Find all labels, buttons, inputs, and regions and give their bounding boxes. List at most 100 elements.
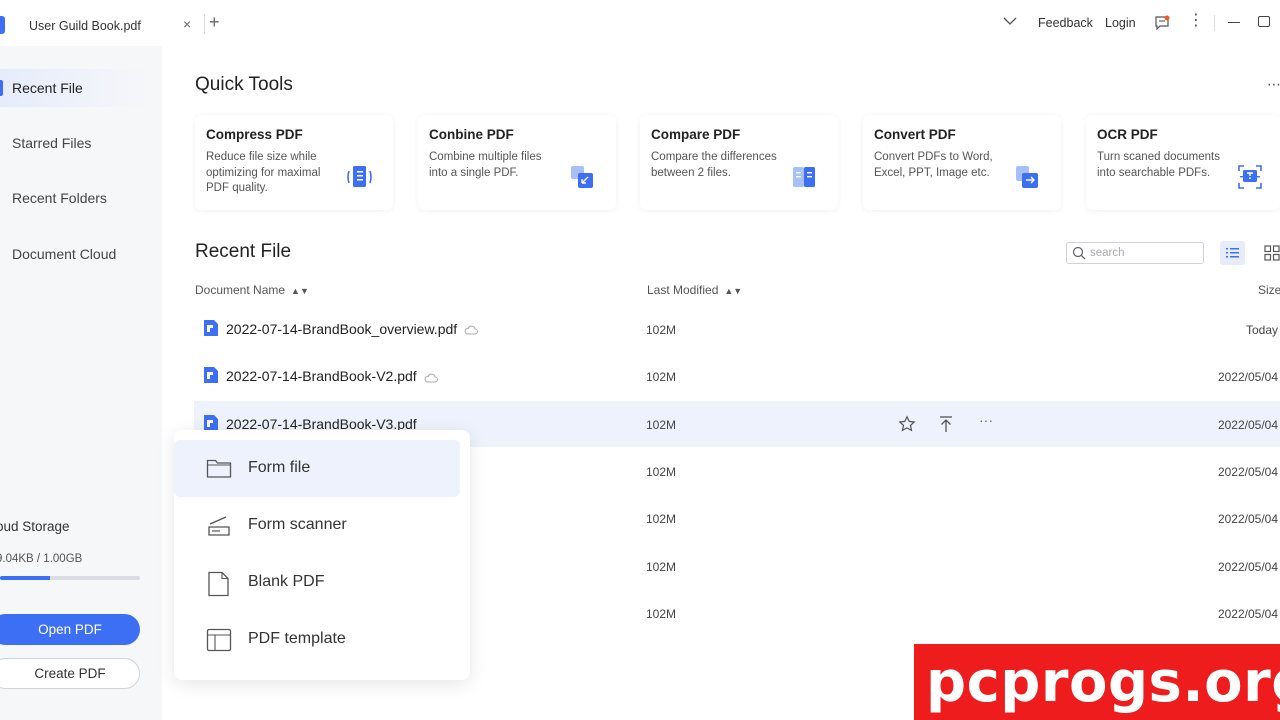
sidebar-item-document-cloud[interactable]: Document Cloud [0, 235, 150, 273]
menu-item-label: PDF template [248, 630, 346, 647]
sidebar-item-recent-folders[interactable]: Recent Folders [0, 179, 150, 217]
file-modified: 102M [646, 464, 677, 479]
file-size: Today [1245, 323, 1278, 337]
column-header-label: Document Name [195, 283, 286, 297]
table-row[interactable]: 2022-07-14-BrandBook-V2.pdf 102M 2022/05/0… [194, 353, 1280, 399]
tool-description: Reduce file size while optimizing for ma… [206, 151, 321, 194]
sidebar-item-label: Starred Files [12, 135, 92, 151]
file-size: 2022/05/04 [1217, 370, 1278, 385]
sort-icon[interactable]: ▲▼ [291, 286, 309, 296]
tool-description: Compare the differences between 2 files. [651, 151, 777, 179]
tool-title: Conbine PDF [429, 127, 514, 142]
search-placeholder: search [1090, 247, 1125, 259]
file-modified: 102M [646, 370, 677, 385]
sidebar-item-recent-file[interactable]: Recent File [0, 69, 150, 107]
document-tab[interactable]: User Guild Book.pdf × [0, 0, 204, 46]
maximize-icon[interactable] [1258, 16, 1270, 27]
compare-icon [793, 167, 815, 187]
watermark-banner: pcprogs.org [914, 644, 1280, 720]
file-modified: 102M [646, 559, 677, 574]
pdf-file-icon [203, 319, 219, 342]
tool-description: Combine multiple files into a single PDF… [429, 151, 542, 179]
menu-item-pdf-template[interactable]: PDF template [174, 611, 460, 668]
folder-icon [206, 459, 232, 478]
ocr-icon [1238, 165, 1262, 189]
combine-icon [571, 166, 593, 188]
file-modified: 102M [646, 323, 677, 337]
tool-card-compress[interactable]: Compress PDF Reduce file size while opti… [195, 115, 393, 210]
app-logo-icon [0, 16, 5, 34]
cloud-storage-usage: 9.04KB / 1.00GB [0, 553, 83, 565]
tool-description: Convert PDFs to Word, Excel, PPT, Image … [874, 151, 993, 179]
sort-icon[interactable]: ▲▼ [724, 286, 742, 296]
menu-item-label: Blank PDF [248, 573, 325, 590]
row-more-icon[interactable]: ··· [979, 412, 993, 428]
column-header-last-modified[interactable]: Last Modified ▲▼ [647, 283, 742, 297]
list-view-icon [1226, 248, 1239, 258]
upload-icon[interactable] [938, 415, 954, 433]
search-icon [1072, 246, 1086, 260]
list-view-button[interactable] [1220, 241, 1245, 265]
convert-icon [1016, 166, 1038, 188]
tool-card-convert[interactable]: Convert PDF Convert PDFs to Word, Excel,… [863, 115, 1061, 210]
minimize-icon[interactable] [1228, 22, 1240, 23]
file-size: 2022/05/04 [1217, 606, 1278, 621]
blank-page-icon [208, 571, 229, 597]
tool-card-combine[interactable]: Conbine PDF Combine multiple files into … [418, 115, 616, 210]
open-pdf-button[interactable]: Open PDF [0, 614, 140, 645]
login-link[interactable]: Login [1105, 16, 1136, 30]
more-horizontal-icon[interactable]: ⋯ [1267, 76, 1280, 93]
tab-title[interactable]: User Guild Book.pdf [29, 19, 141, 33]
sidebar-item-starred-files[interactable]: Starred Files [0, 124, 150, 162]
file-modified: 102M [646, 417, 677, 432]
table-row[interactable]: 2022-07-14-BrandBook_overview.pdf 102M Tod… [194, 306, 1280, 352]
file-size: 2022/05/04 [1217, 559, 1278, 574]
title-bar: User Guild Book.pdf × + Feedback Login ⋮ [0, 0, 1280, 46]
new-document-menu: Form file Form scanner Blank PDF PDF tem… [174, 430, 470, 680]
file-modified: 102M [646, 512, 677, 527]
tool-description: Turn scaned documents into searchable PD… [1097, 151, 1220, 179]
star-icon[interactable] [898, 415, 916, 433]
column-header-size[interactable]: Size [1258, 283, 1280, 297]
new-tab-icon[interactable]: + [209, 12, 220, 33]
file-name[interactable]: 2022-07-14-BrandBook_overview.pdf [226, 321, 479, 338]
storage-progress-bar [0, 576, 140, 580]
menu-item-blank-pdf[interactable]: Blank PDF [174, 554, 460, 611]
file-name[interactable]: 2022-07-14-BrandBook-V2.pdf [226, 368, 438, 385]
tool-card-ocr[interactable]: OCR PDF Turn scaned documents into searc… [1086, 115, 1280, 210]
tool-title: Compress PDF [206, 127, 303, 142]
column-header-label: Last Modified [647, 283, 719, 297]
compress-icon [347, 166, 372, 187]
menu-item-label: Form scanner [248, 516, 347, 533]
template-icon [206, 628, 232, 652]
storage-progress-fill [0, 576, 51, 580]
tab-divider [204, 14, 205, 34]
column-header-document-name[interactable]: Document Name ▲▼ [195, 283, 309, 297]
tool-title: OCR PDF [1097, 127, 1158, 142]
file-size: 2022/05/04 [1217, 512, 1278, 527]
search-input[interactable]: search [1066, 242, 1204, 264]
more-vertical-icon[interactable]: ⋮ [1188, 10, 1204, 30]
cloud-icon [424, 370, 438, 386]
tool-title: Convert PDF [874, 127, 956, 142]
sidebar-item-label: Recent Folders [12, 190, 107, 206]
quick-tools-heading: Quick Tools [195, 74, 293, 95]
cloud-icon [464, 322, 479, 338]
chevron-down-icon[interactable] [1003, 16, 1017, 26]
tool-title: Compare PDF [651, 127, 741, 142]
sidebar-item-label: Document Cloud [12, 246, 117, 262]
pdf-file-icon [203, 366, 219, 389]
cloud-storage-title: oud Storage [0, 519, 70, 534]
tab-close-icon[interactable]: × [183, 16, 191, 32]
message-icon[interactable] [1154, 15, 1170, 31]
grid-view-icon[interactable] [1264, 245, 1280, 261]
file-size: 2022/05/04 [1217, 464, 1278, 479]
feedback-link[interactable]: Feedback [1038, 16, 1093, 30]
titlebar-divider [1214, 15, 1215, 31]
sidebar-item-label: Recent File [12, 80, 83, 96]
tool-card-compare[interactable]: Compare PDF Compare the differences betw… [640, 115, 838, 210]
menu-item-form-scanner[interactable]: Form scanner [174, 497, 460, 554]
menu-item-label: Form file [248, 459, 311, 476]
menu-item-form-file[interactable]: Form file [174, 440, 460, 497]
create-pdf-button[interactable]: Create PDF [0, 658, 140, 689]
